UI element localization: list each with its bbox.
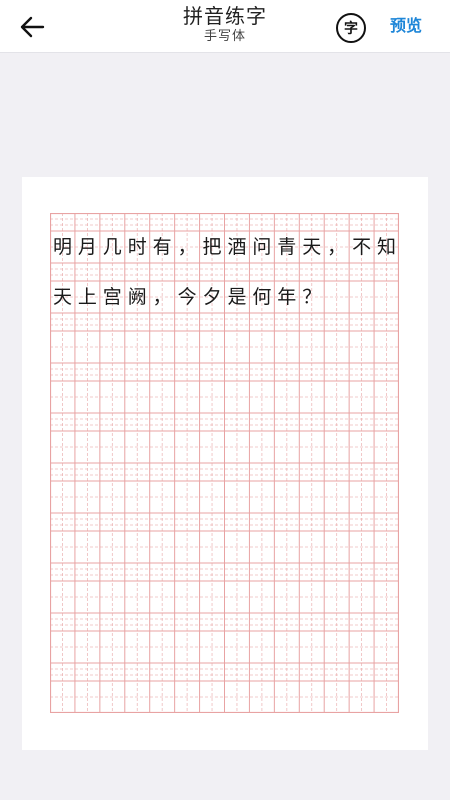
practice-character: 夕 <box>202 286 222 308</box>
practice-character: 知 <box>377 236 397 258</box>
practice-character: 天 <box>52 286 72 308</box>
practice-character: 阙 <box>127 286 147 308</box>
arrow-left-icon <box>20 16 45 38</box>
practice-character: 几 <box>102 236 122 258</box>
practice-character: 酒 <box>227 236 247 258</box>
practice-character: 今 <box>177 286 197 308</box>
practice-character: 是 <box>227 286 247 308</box>
top-bar: 拼音练字 手写体 字 预览 <box>0 0 450 53</box>
practice-character: ， <box>327 236 347 258</box>
text-line: 明月几时有，把酒问青天，不知 <box>50 231 399 263</box>
page-title: 拼音练字 <box>183 4 267 28</box>
practice-character: 天 <box>302 236 322 258</box>
practice-character: 把 <box>202 236 222 258</box>
back-button[interactable] <box>14 10 50 44</box>
title-block: 拼音练字 手写体 <box>125 3 325 45</box>
practice-character: 年 <box>277 286 297 308</box>
practice-character: 明 <box>52 236 72 258</box>
practice-character: ？ <box>302 286 322 308</box>
practice-paper: 明月几时有，把酒问青天，不知天上宫阙，今夕是何年？ <box>22 177 428 750</box>
practice-character: 上 <box>77 286 97 308</box>
character-button[interactable]: 字 <box>336 13 366 43</box>
practice-character: 时 <box>127 236 147 258</box>
text-line: 天上宫阙，今夕是何年？ <box>50 281 399 313</box>
practice-character: 问 <box>252 236 272 258</box>
practice-character: 宫 <box>102 286 122 308</box>
preview-button[interactable]: 预览 <box>390 15 422 37</box>
practice-character: 不 <box>352 236 372 258</box>
practice-character: ， <box>152 286 172 308</box>
practice-character: 月 <box>77 236 97 258</box>
practice-character: 有 <box>152 236 172 258</box>
practice-character: ， <box>177 236 197 258</box>
practice-character: 何 <box>252 286 272 308</box>
font-style-subtitle: 手写体 <box>203 29 246 44</box>
practice-grid: 明月几时有，把酒问青天，不知天上宫阙，今夕是何年？ <box>50 213 399 713</box>
practice-character: 青 <box>277 236 297 258</box>
